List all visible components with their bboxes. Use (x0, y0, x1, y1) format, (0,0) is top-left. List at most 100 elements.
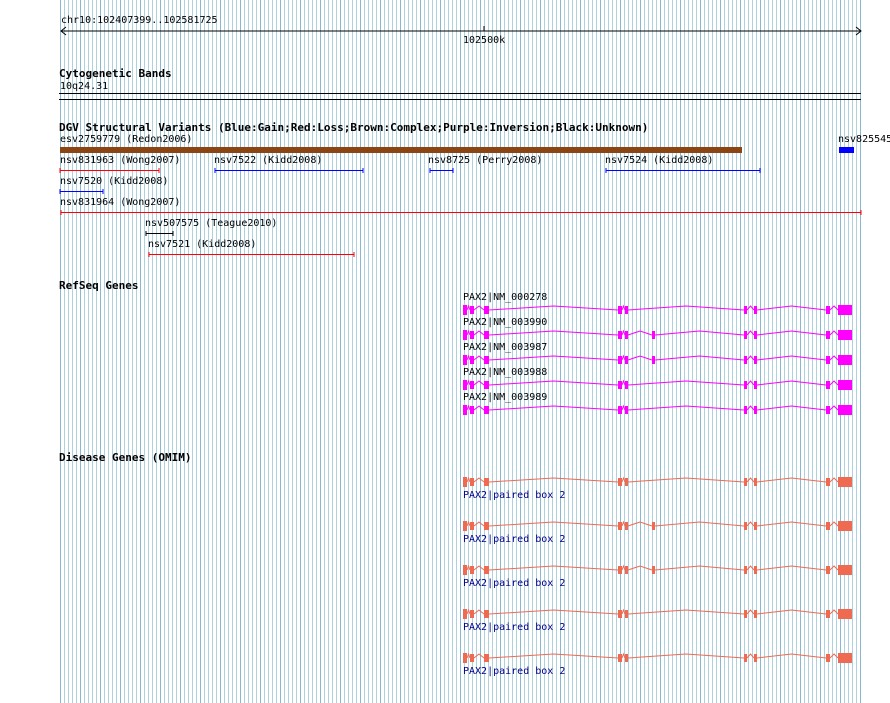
intron (466, 608, 471, 615)
intron (627, 565, 653, 571)
intron (654, 330, 745, 336)
intron (627, 477, 745, 483)
refseq-gene-models[interactable] (0, 290, 890, 420)
intron (488, 609, 619, 615)
intron (756, 405, 827, 411)
exon (744, 654, 747, 662)
intron (473, 330, 485, 336)
exon (838, 405, 852, 415)
dgv-variant-esv2759779 (60, 147, 742, 153)
exon (838, 305, 852, 315)
exon (470, 381, 474, 389)
omim-track-title[interactable]: Disease Genes (OMIM) (59, 451, 191, 464)
intron (627, 405, 745, 411)
intron (621, 652, 626, 659)
dgv-variant-nsv8725 (429, 168, 454, 173)
genome-browser-panel: chr10:102407399..102581725 102500k Cytog… (0, 0, 890, 703)
exon (484, 566, 489, 574)
dgv-track-title[interactable]: DGV Structural Variants (Blue:Gain;Red:L… (59, 121, 648, 134)
intron (746, 330, 755, 336)
exon (463, 565, 467, 575)
exon (618, 522, 622, 530)
intron (488, 305, 619, 311)
exon (618, 406, 622, 414)
exon (484, 306, 489, 314)
intron (473, 521, 485, 527)
cytoband-ideogram[interactable] (0, 92, 890, 102)
exon (470, 306, 474, 314)
exon (470, 331, 474, 339)
exon (652, 331, 655, 339)
intron (621, 404, 626, 411)
exon (463, 521, 467, 531)
exon (484, 331, 489, 339)
intron (488, 521, 619, 527)
exon (625, 654, 628, 662)
dgv-feature-glyphs[interactable] (0, 140, 890, 265)
omim-gene-model (463, 608, 852, 619)
exon (625, 406, 628, 414)
exon (618, 331, 622, 339)
exon (754, 406, 757, 414)
exon (826, 654, 830, 662)
intron (756, 330, 827, 336)
exon (463, 380, 467, 390)
intron (756, 565, 827, 571)
omim-gene-model (463, 520, 852, 531)
exon (754, 381, 757, 389)
intron (473, 305, 485, 311)
exon (838, 565, 852, 575)
omim-gene-model (463, 476, 852, 487)
intron (829, 330, 839, 336)
intron (746, 565, 755, 571)
intron (829, 565, 839, 571)
exon (625, 566, 628, 574)
intron (621, 476, 626, 483)
exon (754, 478, 757, 486)
intron (488, 380, 619, 386)
refseq-transcript-model (463, 329, 852, 340)
exon (838, 653, 852, 663)
exon (744, 522, 747, 530)
exon (744, 381, 747, 389)
exon (826, 306, 830, 314)
intron (627, 305, 745, 311)
intron (746, 355, 755, 361)
exon (744, 610, 747, 618)
exon (470, 522, 474, 530)
ruler-tick-label: 102500k (463, 35, 506, 46)
exon (754, 566, 757, 574)
intron (756, 477, 827, 483)
exon (652, 566, 655, 574)
exon (754, 610, 757, 618)
exon (754, 331, 757, 339)
exon (625, 610, 628, 618)
exon (826, 381, 830, 389)
intron (627, 330, 653, 336)
cytoband-track-title[interactable]: Cytogenetic Bands (59, 67, 172, 80)
omim-gene-model (463, 652, 852, 663)
omim-gene-models[interactable] (0, 470, 890, 670)
exon (618, 356, 622, 364)
intron (627, 380, 745, 386)
exon (744, 406, 747, 414)
intron (621, 379, 626, 386)
exon (754, 522, 757, 530)
ruler-axis[interactable] (0, 24, 890, 38)
intron (829, 305, 839, 311)
intron (746, 305, 755, 311)
dgv-variant-nsv7520 (59, 189, 104, 194)
intron (654, 521, 745, 527)
intron (654, 565, 745, 571)
intron (829, 355, 839, 361)
intron (621, 304, 626, 311)
intron (746, 609, 755, 615)
exon (484, 654, 489, 662)
intron (488, 355, 619, 361)
intron (473, 355, 485, 361)
refseq-transcript-model (463, 379, 852, 390)
exon (744, 566, 747, 574)
exon (470, 478, 474, 486)
dgv-variant-nsv7524 (605, 168, 761, 173)
exon (826, 522, 830, 530)
